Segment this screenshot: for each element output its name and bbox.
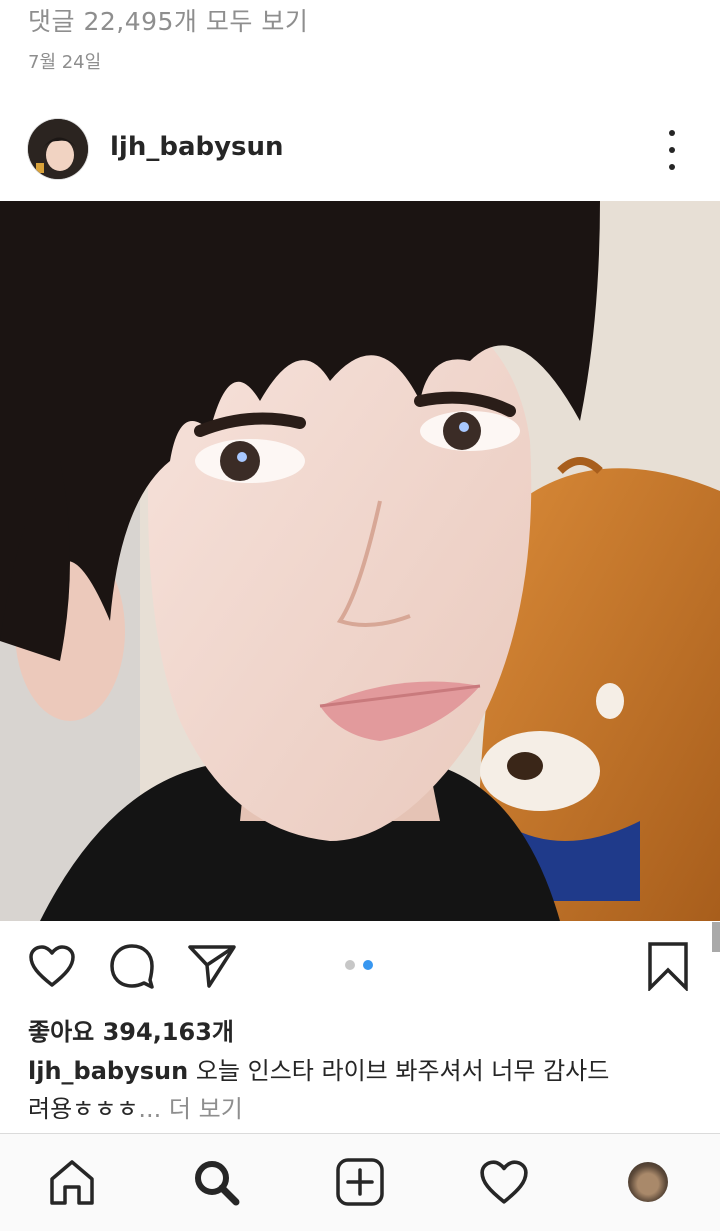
caption-username[interactable]: ljh_babysun: [28, 1057, 188, 1085]
save-button[interactable]: [642, 940, 694, 992]
post-caption: ljh_babysun 오늘 인스타 라이브 봐주셔서 너무 감사드려용ㅎㅎㅎ.…: [28, 1052, 628, 1128]
view-all-comments-link[interactable]: 댓글 22,495개 모두 보기: [28, 2, 308, 38]
heart-icon: [480, 1160, 528, 1204]
likes-count[interactable]: 좋아요 394,163개: [28, 1012, 234, 1047]
more-vertical-icon: [669, 130, 675, 136]
carousel-dot: [345, 960, 355, 970]
nav-profile[interactable]: [620, 1154, 676, 1210]
post-actions: [0, 940, 720, 996]
nav-search[interactable]: [188, 1154, 244, 1210]
heart-icon: [29, 945, 75, 987]
home-icon: [50, 1160, 94, 1205]
nav-add-post[interactable]: [332, 1154, 388, 1210]
more-vertical-icon-dot: [669, 147, 675, 153]
post-date: 7월 24일: [28, 52, 102, 73]
search-icon: [195, 1161, 240, 1206]
comment-button[interactable]: [106, 940, 158, 992]
nav-home[interactable]: [44, 1154, 100, 1210]
more-options-button[interactable]: [656, 130, 688, 170]
avatar-image: [28, 119, 88, 179]
carousel-dot-active: [363, 960, 373, 970]
add-post-icon: [336, 1158, 384, 1206]
bottom-nav: [0, 1134, 720, 1231]
more-vertical-icon-dot: [669, 164, 675, 170]
carousel-indicator: [345, 960, 373, 970]
nav-activity[interactable]: [476, 1154, 532, 1210]
comment-icon: [110, 944, 154, 989]
paper-plane-icon: [188, 945, 236, 988]
selfie-illustration: [0, 201, 720, 921]
bookmark-icon: [648, 942, 688, 991]
post-header: ljh_babysun: [0, 112, 720, 188]
like-button[interactable]: [26, 940, 78, 992]
profile-avatar: [628, 1162, 668, 1202]
more-caption-link[interactable]: ... 더 보기: [138, 1095, 242, 1123]
user-avatar[interactable]: [28, 119, 88, 179]
share-button[interactable]: [186, 940, 238, 992]
post-username[interactable]: ljh_babysun: [110, 132, 284, 162]
post-photo[interactable]: [0, 201, 720, 921]
